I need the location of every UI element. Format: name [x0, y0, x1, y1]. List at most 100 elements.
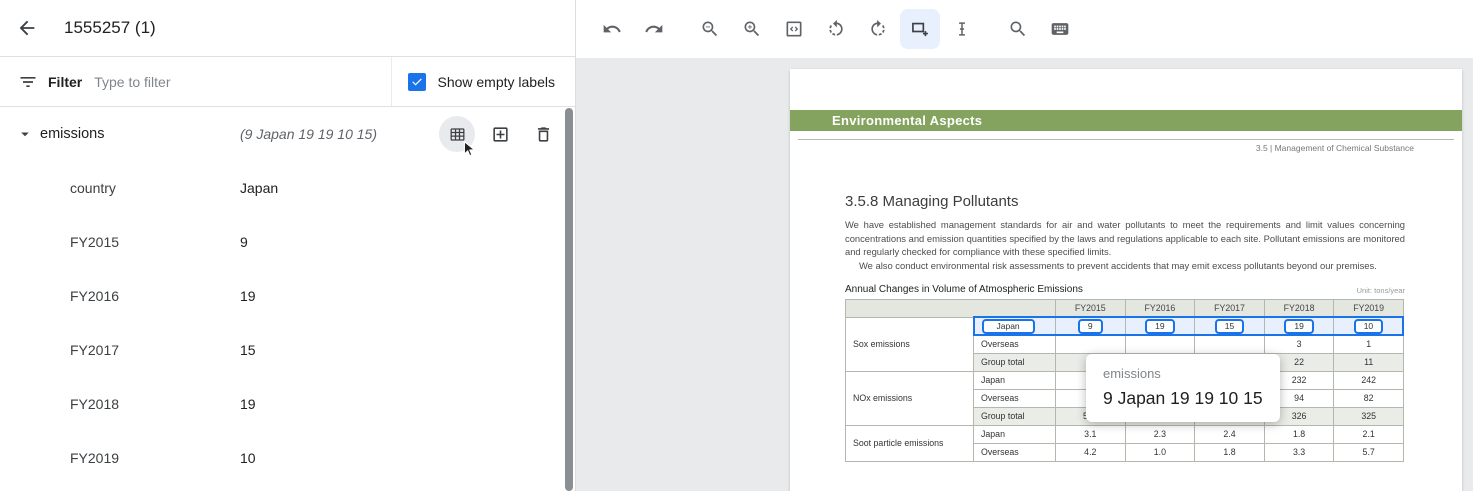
entity-row-emissions[interactable]: emissions (9 Japan 19 19 10 15)	[0, 107, 575, 161]
code-view-button[interactable]	[774, 9, 814, 49]
table-category: NOx emissions	[846, 371, 974, 425]
table-value: 1.8	[1195, 443, 1265, 461]
table-value: 2.1	[1334, 425, 1404, 443]
table-value: 1.8	[1264, 425, 1334, 443]
table-category: Sox emissions	[846, 317, 974, 371]
table-value: 10	[1334, 317, 1404, 335]
show-empty-checkbox[interactable]	[408, 73, 426, 91]
field-label: country	[70, 180, 240, 196]
table-header-year: FY2016	[1125, 299, 1195, 317]
document-viewport[interactable]: Environmental Aspects 3.5 | Management o…	[576, 58, 1473, 491]
annotation-tooltip: emissions 9 Japan 19 19 10 15	[1086, 354, 1280, 422]
doc-paragraph: We also conduct environmental risk asses…	[845, 259, 1405, 273]
zoom-out-button[interactable]	[690, 9, 730, 49]
table-caption: Annual Changes in Volume of Atmospheric …	[845, 284, 1083, 295]
tooltip-value: 9 Japan 19 19 10 15	[1103, 388, 1263, 409]
doc-banner-title: Environmental Aspects	[790, 110, 1462, 131]
table-value: 2.3	[1125, 425, 1195, 443]
undo-icon	[602, 19, 622, 39]
left-header: 1555257 (1)	[0, 0, 575, 57]
table-value: 15	[1195, 317, 1265, 335]
add-bounding-box-icon	[910, 19, 930, 39]
search-button[interactable]	[998, 9, 1038, 49]
rotate-left-button[interactable]	[816, 9, 856, 49]
table-header-blank	[846, 299, 1056, 317]
table-value	[1056, 335, 1126, 353]
table-unit: Unit: tons/year	[1357, 286, 1405, 295]
field-label: FY2018	[70, 396, 240, 412]
delete-button[interactable]	[525, 116, 561, 152]
keyboard-shortcuts-button[interactable]	[1040, 9, 1080, 49]
rotate-right-icon	[868, 19, 888, 39]
table-region: Group total	[974, 353, 1056, 371]
table-region: Overseas	[974, 389, 1056, 407]
label-list: emissions (9 Japan 19 19 10 15) countryJ…	[0, 107, 575, 485]
field-row[interactable]: FY201910	[0, 431, 575, 485]
field-row[interactable]: FY201819	[0, 377, 575, 431]
field-list: countryJapanFY20159FY201619FY201715FY201…	[0, 161, 575, 485]
table-header-year: FY2015	[1056, 299, 1126, 317]
add-box-icon	[491, 125, 510, 144]
table-region: Group total	[974, 407, 1056, 425]
field-row[interactable]: FY201619	[0, 269, 575, 323]
show-empty-label: Show empty labels	[437, 74, 555, 90]
document-title: 1555257 (1)	[64, 18, 156, 38]
add-instance-button[interactable]	[482, 116, 518, 152]
show-empty-labels-toggle[interactable]: Show empty labels	[391, 57, 575, 106]
annotation-bounding-box[interactable]: 10	[1354, 319, 1383, 334]
labels-panel: 1555257 (1) Filter Show empty labels emi…	[0, 0, 576, 491]
entity-summary: (9 Japan 19 19 10 15)	[240, 126, 377, 142]
zoom-in-icon	[742, 19, 762, 39]
table-value: 4.2	[1056, 443, 1126, 461]
search-icon	[1008, 19, 1028, 39]
text-select-button[interactable]	[942, 9, 982, 49]
doc-table-row: Soot particle emissionsJapan3.12.32.41.8…	[846, 425, 1404, 443]
redo-button[interactable]	[634, 9, 674, 49]
table-value: 5.7	[1334, 443, 1404, 461]
zoom-in-button[interactable]	[732, 9, 772, 49]
annotation-bounding-box[interactable]: 19	[1145, 319, 1174, 334]
table-icon	[448, 125, 467, 144]
filter-icon	[18, 72, 38, 92]
annotation-bounding-box[interactable]: Japan	[982, 319, 1035, 334]
table-value: 1	[1334, 335, 1404, 353]
table-header-year: FY2019	[1334, 299, 1404, 317]
field-value: Japan	[240, 180, 278, 196]
annotation-bounding-box[interactable]: 15	[1215, 319, 1244, 334]
doc-table-head-row: FY2015FY2016FY2017FY2018FY2019	[846, 299, 1404, 317]
field-row[interactable]: FY201715	[0, 323, 575, 377]
panel-scrollbar[interactable]	[565, 108, 574, 491]
field-row[interactable]: countryJapan	[0, 161, 575, 215]
tooltip-label: emissions	[1103, 366, 1263, 381]
table-value: 11	[1334, 353, 1404, 371]
table-region: Japan	[974, 425, 1056, 443]
table-region: Overseas	[974, 335, 1056, 353]
table-header-year: FY2018	[1264, 299, 1334, 317]
doc-table-row: Sox emissionsJapan919151910	[846, 317, 1404, 335]
undo-button[interactable]	[592, 9, 632, 49]
table-category: Soot particle emissions	[846, 425, 974, 461]
rotate-right-button[interactable]	[858, 9, 898, 49]
back-button[interactable]	[16, 17, 38, 39]
collapse-caret-icon[interactable]	[16, 125, 40, 143]
table-add-button[interactable]	[439, 116, 475, 152]
table-region: Japan	[974, 317, 1056, 335]
text-cursor-icon	[952, 19, 972, 39]
table-value: 19	[1264, 317, 1334, 335]
field-row[interactable]: FY20159	[0, 215, 575, 269]
table-value: 242	[1334, 371, 1404, 389]
table-value: 19	[1125, 317, 1195, 335]
table-value	[1195, 335, 1265, 353]
filter-label: Filter	[48, 74, 82, 90]
code-box-icon	[784, 19, 804, 39]
doc-paragraph: We have established management standards…	[845, 218, 1405, 259]
filter-input[interactable]	[94, 74, 314, 90]
table-value: 325	[1334, 407, 1404, 425]
scrollbar-thumb[interactable]	[565, 108, 573, 491]
annotation-bounding-box[interactable]: 19	[1284, 319, 1313, 334]
annotation-bounding-box[interactable]: 9	[1078, 319, 1103, 334]
table-region: Japan	[974, 371, 1056, 389]
rotate-left-icon	[826, 19, 846, 39]
table-value: 9	[1056, 317, 1126, 335]
add-bounding-box-button[interactable]	[900, 9, 940, 49]
